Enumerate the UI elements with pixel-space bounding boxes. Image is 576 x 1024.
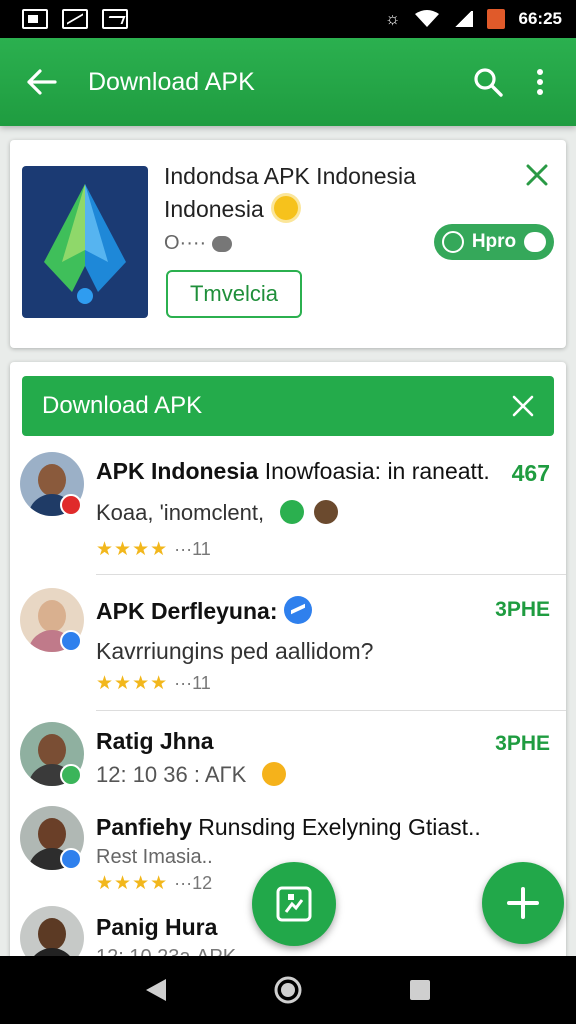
status-bar: ☼ 66:25 <box>0 0 576 38</box>
search-icon[interactable] <box>468 62 508 102</box>
row-rating: ★★★★ ···12 <box>96 873 213 894</box>
badge-label: Hpro <box>471 231 517 252</box>
wifi-icon <box>414 10 439 27</box>
row-title: APK Indonesia Inowfoasia: in raneatt. <box>96 458 490 484</box>
row-tag: 3PHE <box>495 732 550 755</box>
row-subtitle: Rest Imasia.. <box>96 846 213 868</box>
messenger-icon <box>283 596 312 624</box>
photo-mini-icon <box>314 500 339 524</box>
add-fab[interactable] <box>482 862 564 944</box>
app-bar: Download APK <box>0 38 576 126</box>
list-header-title: Download APK <box>42 392 203 419</box>
app-card[interactable]: Indondsa APK Indonesia Indonesia O···· T… <box>10 140 566 348</box>
brightness-icon: ☼ <box>384 9 401 28</box>
nav-recents-icon[interactable] <box>400 970 440 1010</box>
clock: 66:25 <box>518 9 562 28</box>
gallery-notification-icon <box>22 9 48 29</box>
divider <box>96 710 566 711</box>
list-header: Download APK <box>22 376 554 436</box>
row-tag: 3PHE <box>495 598 550 621</box>
app-title: Indondsa APK Indonesia Indonesia <box>164 163 416 222</box>
avatar-badge <box>60 494 82 516</box>
app-mini-icon <box>280 500 305 524</box>
system-icons: ☼ 66:25 <box>385 9 562 29</box>
row-title: Panig Hura <box>96 914 218 940</box>
row-subtitle: Koaa, 'inomclent, <box>96 500 339 526</box>
chart-notification-icon <box>62 9 88 29</box>
avatar-badge <box>60 848 82 870</box>
row-rating: ★★★★ ···11 <box>96 673 211 694</box>
image-upload-icon <box>276 886 312 922</box>
row-title: Panfiehy Runsding Exelyning Gtiast.. <box>96 814 481 840</box>
star-rating: ★★★★ <box>96 873 169 894</box>
row-title: Ratig Jhna <box>96 728 214 754</box>
hpro-badge[interactable]: Hpro <box>434 224 554 260</box>
chat-bubble-icon <box>523 232 546 252</box>
timer-icon <box>442 231 464 253</box>
back-arrow-icon[interactable] <box>24 64 60 100</box>
avatar-badge <box>60 764 82 786</box>
list-item[interactable]: APK Derfleyuna: 3PHE Kavrriungins ped aa… <box>10 576 566 712</box>
battery-icon <box>486 9 505 29</box>
system-nav-bar <box>0 956 576 1024</box>
list-item[interactable]: Ratig Jhna 3PHE 12: 10 36 : ΑΓΚ <box>10 712 566 802</box>
page-title: Download APK <box>88 67 255 96</box>
divider <box>96 574 566 575</box>
nav-back-icon[interactable] <box>136 970 176 1010</box>
row-title: APK Derfleyuna: <box>96 596 312 625</box>
notification-icons <box>22 9 128 29</box>
close-icon[interactable] <box>520 158 554 192</box>
install-button[interactable]: Tmvelcia <box>166 270 302 318</box>
meta-text: O···· <box>164 232 207 254</box>
signal-icon <box>452 11 473 27</box>
close-icon[interactable] <box>508 391 538 421</box>
star-rating: ★★★★ <box>96 539 169 560</box>
row-count: 467 <box>511 460 550 486</box>
message-notification-icon <box>102 9 128 29</box>
list-item[interactable]: APK Indonesia Inowfoasia: in raneatt. 46… <box>10 450 566 576</box>
plus-icon <box>507 887 539 919</box>
row-rating: ★★★★ ···11 <box>96 539 211 560</box>
nav-home-icon[interactable] <box>268 970 308 1010</box>
sun-emoji-icon <box>274 196 299 220</box>
comment-icon <box>212 235 233 252</box>
app-meta: O···· <box>164 232 233 255</box>
app-logo <box>22 166 148 318</box>
emoji-icon <box>262 762 287 786</box>
row-subtitle: 12: 10 36 : ΑΓΚ <box>96 762 287 788</box>
star-rating: ★★★★ <box>96 673 169 694</box>
more-vert-icon[interactable] <box>520 62 560 102</box>
avatar-badge <box>60 630 82 652</box>
gallery-fab[interactable] <box>252 862 336 946</box>
row-subtitle: Kavrriungins ped aallidom? <box>96 638 374 664</box>
